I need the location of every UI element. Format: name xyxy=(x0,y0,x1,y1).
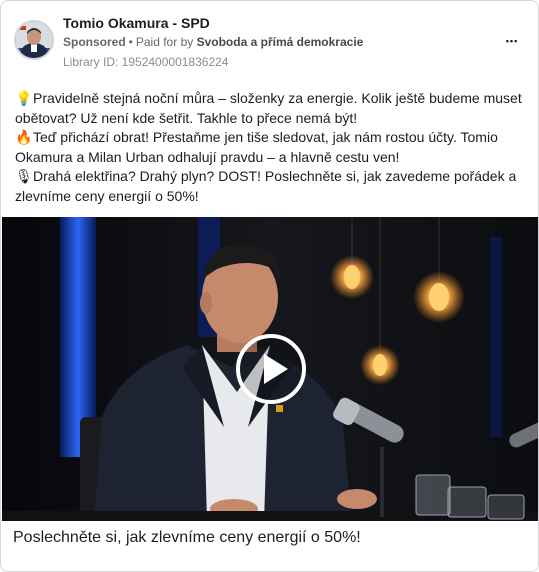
avatar-image xyxy=(16,22,52,58)
caption-text: Poslechněte si, jak zlevníme ceny energi… xyxy=(13,529,361,546)
fire-icon: 🔥 xyxy=(15,129,33,145)
play-button[interactable] xyxy=(236,334,306,404)
page-name[interactable]: Tomio Okamura - SPD xyxy=(63,15,210,31)
body-paragraph: 💡Pravidelně stejná noční můra – složenky… xyxy=(15,89,527,128)
payer-name[interactable]: Svoboda a přímá demokracie xyxy=(197,35,364,49)
sponsored-line: Sponsored • Paid for by Svoboda a přímá de… xyxy=(63,35,363,49)
page-avatar[interactable] xyxy=(14,20,54,60)
paragraph-text: Pravidelně stejná noční můra – složenky … xyxy=(15,90,522,126)
more-options-button[interactable]: ••• xyxy=(500,33,524,51)
play-icon xyxy=(264,354,288,384)
ad-body-text: 💡Pravidelně stejná noční můra – složenky… xyxy=(15,89,527,206)
paragraph-text: Teď přichází obrat! Přestaňme jen tiše s… xyxy=(15,129,498,165)
library-id: Library ID: 1952400001836224 xyxy=(63,55,229,69)
body-paragraph: 🎙Drahá elektřina? Drahý plyn? DOST! Posl… xyxy=(15,167,527,206)
video-player[interactable] xyxy=(2,217,538,521)
body-paragraph: 🔥Teď přichází obrat! Přestaňme jen tiše … xyxy=(15,128,527,167)
ad-header: Tomio Okamura - SPD Sponsored • Paid for b… xyxy=(13,13,526,71)
paid-for-label: Paid for by xyxy=(135,35,194,49)
video-caption[interactable]: Poslechněte si, jak zlevníme ceny energi… xyxy=(1,521,538,571)
sponsored-label: Sponsored xyxy=(63,35,126,49)
microphone-icon: 🎙 xyxy=(15,168,33,184)
lightbulb-icon: 💡 xyxy=(15,90,33,106)
more-horizontal-icon: ••• xyxy=(505,36,519,46)
separator-dot: • xyxy=(128,35,133,49)
paragraph-text: Drahá elektřina? Drahý plyn? DOST! Posle… xyxy=(15,168,517,204)
ad-card: Tomio Okamura - SPD Sponsored • Paid for b… xyxy=(0,0,539,572)
